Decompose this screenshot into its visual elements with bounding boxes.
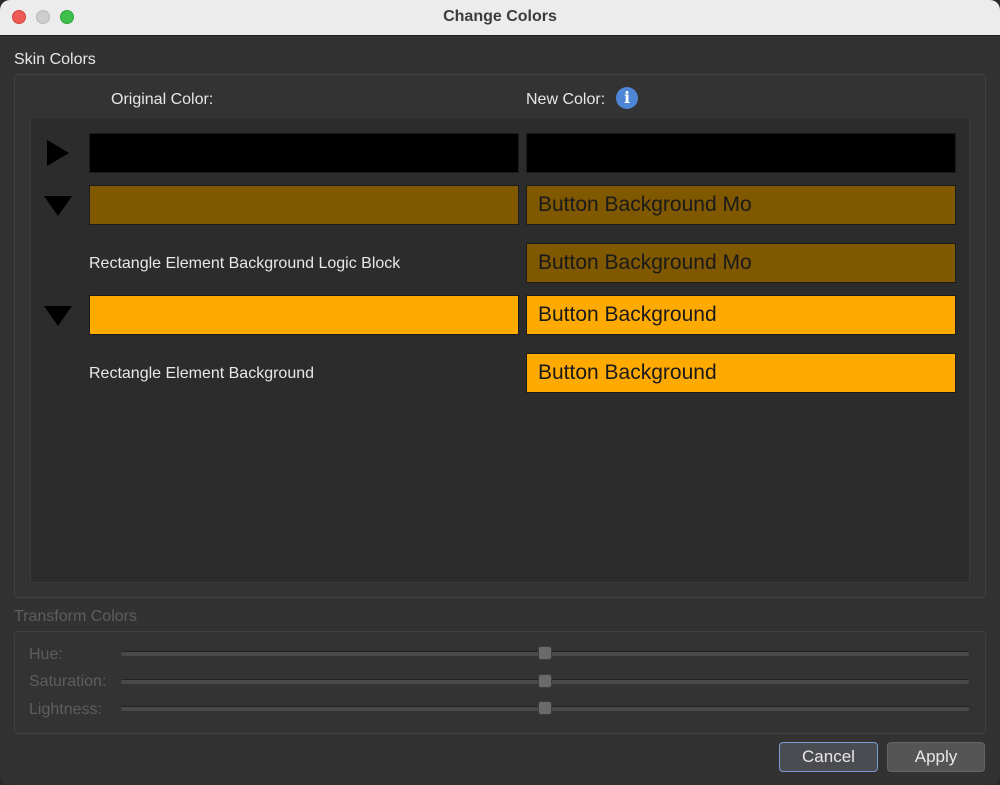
expand-triangle-icon[interactable] bbox=[47, 140, 69, 166]
new-color-swatch[interactable]: Button Background bbox=[526, 295, 956, 335]
saturation-label: Saturation: bbox=[29, 673, 107, 690]
original-color-header: Original Color: bbox=[111, 91, 214, 108]
original-color-swatch[interactable] bbox=[89, 133, 519, 173]
skin-colors-label: Skin Colors bbox=[14, 51, 96, 68]
new-color-header: New Color: bbox=[526, 91, 606, 108]
original-color-swatch[interactable] bbox=[89, 185, 519, 225]
original-color-swatch[interactable] bbox=[89, 295, 519, 335]
new-color-swatch[interactable]: Button Background bbox=[526, 353, 956, 393]
collapse-triangle-icon[interactable] bbox=[44, 306, 72, 326]
new-color-swatch[interactable] bbox=[526, 133, 956, 173]
title-bar: Change Colors bbox=[0, 0, 1000, 36]
lightness-label: Lightness: bbox=[29, 701, 102, 718]
apply-button[interactable]: Apply bbox=[887, 742, 985, 772]
lightness-slider-thumb[interactable] bbox=[538, 701, 552, 715]
info-icon[interactable]: i bbox=[616, 87, 638, 109]
element-label: Rectangle Element Background bbox=[89, 365, 315, 382]
saturation-slider-thumb[interactable] bbox=[538, 674, 552, 688]
transform-colors-label: Transform Colors bbox=[14, 608, 137, 625]
hue-slider-thumb[interactable] bbox=[538, 646, 552, 660]
cancel-button[interactable]: Cancel bbox=[779, 742, 878, 772]
hue-label: Hue: bbox=[29, 646, 63, 663]
collapse-triangle-icon[interactable] bbox=[44, 196, 72, 216]
element-label: Rectangle Element Background Logic Block bbox=[89, 255, 401, 272]
new-color-swatch[interactable]: Button Background Mo bbox=[526, 243, 956, 283]
change-colors-window: Change Colors Skin Colors Original Color… bbox=[0, 0, 1000, 785]
window-title: Change Colors bbox=[443, 8, 557, 25]
new-color-swatch[interactable]: Button Background Mo bbox=[526, 185, 956, 225]
